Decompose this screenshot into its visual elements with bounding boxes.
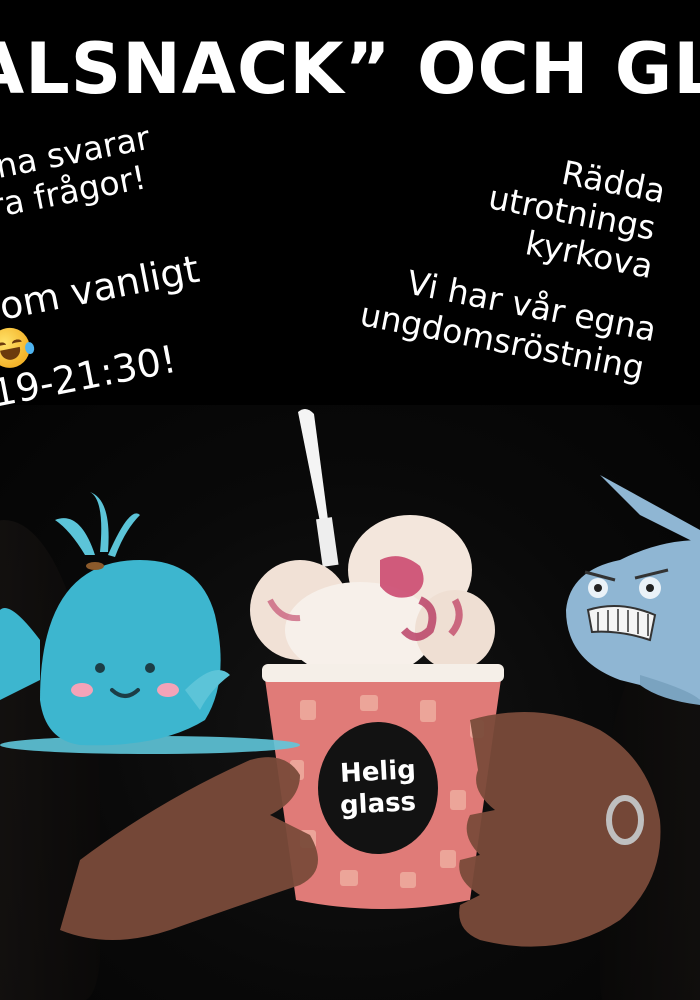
- cup-label-line-1: Helig: [339, 755, 417, 789]
- left-text-block-2: Som vanligt 19-21:30!: [0, 247, 219, 416]
- schedule-label: Som vanligt: [0, 246, 203, 334]
- meme-face-narwhal: [566, 475, 700, 705]
- ice-cream-illustration: [0, 408, 700, 947]
- left-text-block-1: erna svarar ara frågor!: [0, 118, 160, 230]
- cup-label-line-2: glass: [339, 787, 417, 821]
- headline: ALSNACK” OCH GLA: [0, 28, 700, 110]
- spoon-icon: [298, 408, 328, 522]
- cup-label-badge: Helig glass: [318, 722, 438, 854]
- right-text-block-1: Rädda utrotnings kyrkova: [473, 140, 670, 286]
- ice-cream-scoops: [250, 515, 495, 678]
- poster: ALSNACK” OCH GLA erna svarar ara frågor!…: [0, 0, 700, 1000]
